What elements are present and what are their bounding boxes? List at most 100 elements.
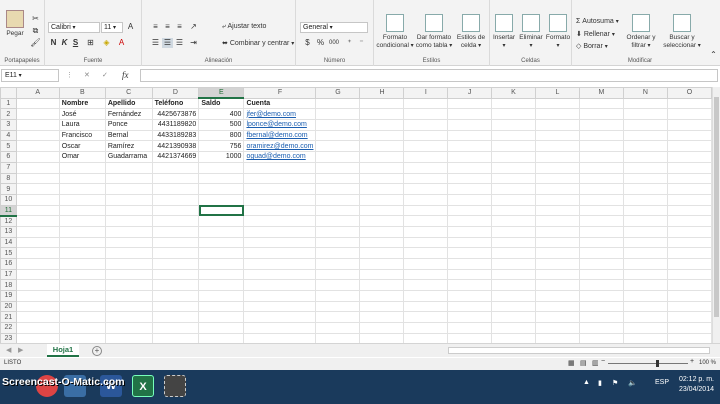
- column-header[interactable]: L: [534, 87, 580, 99]
- zoom-slider-knob[interactable]: [656, 360, 659, 367]
- cell[interactable]: [622, 161, 668, 174]
- cell[interactable]: [491, 225, 536, 238]
- cell[interactable]: [58, 204, 106, 217]
- cell[interactable]: [58, 279, 106, 292]
- cell[interactable]: [359, 129, 405, 142]
- cell[interactable]: [15, 279, 60, 292]
- zoom-in-icon[interactable]: +: [690, 358, 694, 365]
- row-header[interactable]: 1: [0, 97, 17, 110]
- cell[interactable]: [315, 172, 361, 185]
- column-header[interactable]: G: [315, 87, 361, 99]
- cell[interactable]: [403, 236, 449, 249]
- cell[interactable]: [666, 258, 712, 270]
- find-select-button[interactable]: Buscar y seleccionar: [658, 14, 706, 50]
- cell[interactable]: [447, 151, 493, 163]
- cell[interactable]: [359, 183, 405, 195]
- row-header[interactable]: 4: [0, 129, 17, 142]
- cell[interactable]: [151, 268, 200, 281]
- cell[interactable]: [15, 140, 60, 153]
- cell[interactable]: [534, 183, 580, 195]
- cell[interactable]: [578, 204, 624, 217]
- cell[interactable]: [534, 129, 580, 142]
- insert-function-icon[interactable]: fx: [122, 70, 129, 80]
- align-right-icon[interactable]: ☰: [174, 38, 185, 48]
- insert-button[interactable]: Insertar: [491, 14, 517, 50]
- cell[interactable]: [666, 215, 712, 227]
- column-header[interactable]: N: [622, 87, 668, 99]
- cell[interactable]: [447, 290, 493, 302]
- cell[interactable]: [315, 225, 361, 238]
- cell[interactable]: [58, 225, 106, 238]
- cell[interactable]: [534, 236, 580, 249]
- cell[interactable]: [359, 236, 405, 249]
- cell[interactable]: [666, 300, 712, 313]
- cell[interactable]: [198, 247, 245, 259]
- format-painter-icon[interactable]: 🖌: [30, 38, 41, 48]
- cell[interactable]: [151, 236, 200, 249]
- cell[interactable]: [58, 268, 106, 281]
- cell[interactable]: [15, 129, 60, 142]
- sheet-tab-hoja1[interactable]: Hoja1: [47, 344, 79, 357]
- cell[interactable]: [315, 161, 361, 174]
- cell[interactable]: [359, 322, 405, 334]
- cell-styles-button[interactable]: Estilos de celda: [454, 14, 488, 50]
- cell[interactable]: [58, 300, 106, 313]
- cell[interactable]: [447, 140, 493, 153]
- cell[interactable]: [15, 290, 60, 302]
- orientation-icon[interactable]: ↗: [188, 22, 199, 32]
- font-name-select[interactable]: Calibri: [48, 22, 100, 33]
- cell[interactable]: [315, 151, 361, 163]
- cell[interactable]: [198, 279, 245, 292]
- cell[interactable]: [359, 311, 405, 324]
- cell[interactable]: [198, 161, 245, 174]
- cell[interactable]: [491, 183, 536, 195]
- bold-button[interactable]: N: [48, 38, 59, 48]
- cell[interactable]: [447, 129, 493, 142]
- cell[interactable]: [198, 225, 245, 238]
- cell[interactable]: [243, 258, 317, 270]
- prev-sheet-icon[interactable]: ◀: [6, 346, 11, 354]
- name-box[interactable]: E11: [1, 69, 59, 82]
- decrease-decimal-icon[interactable]: ⁻: [356, 38, 367, 48]
- collapse-ribbon-icon[interactable]: ⌃: [708, 50, 719, 60]
- cell[interactable]: [403, 215, 449, 227]
- cell[interactable]: [151, 247, 200, 259]
- cell[interactable]: [534, 140, 580, 153]
- cell[interactable]: [534, 151, 580, 163]
- cell[interactable]: [666, 279, 712, 292]
- row-header[interactable]: 23: [0, 332, 17, 343]
- cell[interactable]: [578, 268, 624, 281]
- cell[interactable]: [666, 151, 712, 163]
- cell[interactable]: [534, 300, 580, 313]
- cell[interactable]: [447, 161, 493, 174]
- cell[interactable]: [58, 236, 106, 249]
- align-center-icon[interactable]: ☰: [162, 38, 173, 48]
- cell[interactable]: [622, 193, 668, 206]
- cell[interactable]: [198, 215, 245, 227]
- cell[interactable]: [534, 161, 580, 174]
- cell[interactable]: [151, 300, 200, 313]
- cell[interactable]: [491, 290, 536, 302]
- cell[interactable]: [622, 108, 668, 121]
- column-header[interactable]: D: [151, 87, 200, 99]
- paste-button[interactable]: Pegar: [4, 10, 26, 38]
- increase-decimal-icon[interactable]: ⁺: [344, 38, 355, 48]
- select-all-corner[interactable]: [0, 87, 17, 99]
- clock[interactable]: 02:12 p. m. 23/04/2014: [679, 375, 714, 395]
- cell[interactable]: 4433189283: [151, 129, 200, 142]
- cell[interactable]: [403, 193, 449, 206]
- cell[interactable]: [359, 290, 405, 302]
- cell[interactable]: [578, 290, 624, 302]
- cell[interactable]: [403, 279, 449, 292]
- column-header[interactable]: F: [243, 87, 317, 99]
- cell[interactable]: oguad@demo.com: [243, 151, 317, 163]
- next-sheet-icon[interactable]: ▶: [18, 346, 23, 354]
- cell[interactable]: [58, 183, 106, 195]
- cell[interactable]: fbernal@demo.com: [243, 129, 317, 142]
- cell[interactable]: [15, 151, 60, 163]
- cell[interactable]: [151, 193, 200, 206]
- cell[interactable]: [578, 97, 624, 110]
- row-header[interactable]: 22: [0, 322, 17, 334]
- cell[interactable]: [15, 300, 60, 313]
- cell[interactable]: [15, 183, 60, 195]
